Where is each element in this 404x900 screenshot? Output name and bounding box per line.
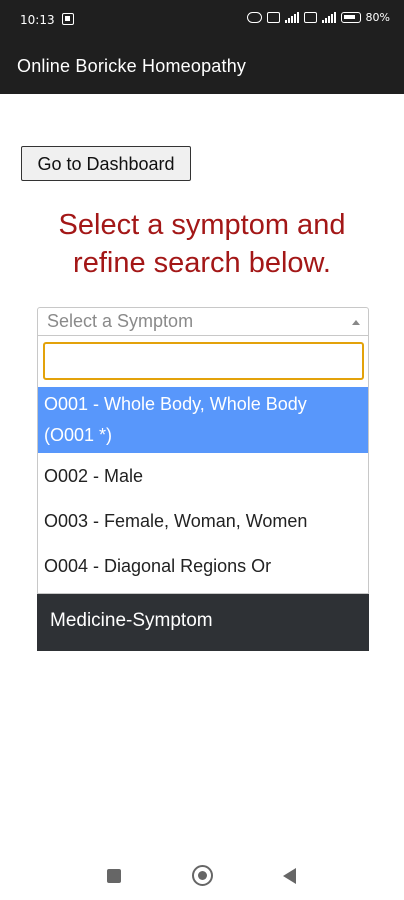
status-icons: 80% [246, 11, 390, 24]
symptom-option[interactable]: O002 - Male [38, 453, 368, 498]
chevron-up-icon[interactable] [352, 320, 360, 325]
system-nav-bar [0, 852, 404, 900]
status-bar: 10:13 80% [0, 0, 404, 40]
symptom-options-list: O001 - Whole Body, Whole Body (O001 *) O… [38, 387, 368, 588]
status-time: 10:13 [20, 13, 55, 27]
battery-percent: 80% [365, 11, 390, 24]
back-triangle-icon[interactable] [283, 868, 296, 884]
symptom-dropdown: O001 - Whole Body, Whole Body (O001 *) O… [37, 336, 369, 594]
headline-line-2: refine search below. [73, 247, 331, 279]
linkedin-icon [62, 13, 74, 25]
medicine-symptom-header[interactable]: Medicine-Symptom [37, 594, 369, 651]
signal-icon [284, 12, 299, 23]
symptom-option[interactable]: O001 - Whole Body, Whole Body (O001 *) [38, 387, 368, 453]
battery-icon [340, 12, 361, 23]
recents-square-icon[interactable] [107, 869, 121, 883]
vo-icon [303, 12, 317, 23]
symptom-option[interactable]: O004 - Diagonal Regions Or [38, 543, 368, 588]
symptom-select-placeholder: Select a Symptom [47, 311, 194, 331]
app-title: Online Boricke Homeopathy [17, 56, 247, 76]
app-bar: Online Boricke Homeopathy [0, 40, 404, 94]
medicine-symptom-label: Medicine-Symptom [50, 610, 213, 631]
link-icon [246, 12, 262, 23]
symptom-select[interactable]: Select a Symptom [37, 307, 369, 336]
vo-icon [266, 12, 280, 23]
signal-icon [321, 12, 336, 23]
headline-line-1: Select a symptom and [58, 209, 346, 241]
option-label-line-2: (O001 *) [44, 425, 113, 445]
option-label-line-1: O001 - Whole Body, Whole Body [44, 394, 307, 414]
home-circle-icon[interactable] [192, 865, 213, 886]
go-to-dashboard-button[interactable]: Go to Dashboard [21, 146, 191, 181]
symptom-search-input[interactable] [43, 342, 364, 380]
symptom-option[interactable]: O003 - Female, Woman, Women [38, 498, 368, 543]
page-headline: Select a symptom and refine search below… [0, 206, 404, 282]
